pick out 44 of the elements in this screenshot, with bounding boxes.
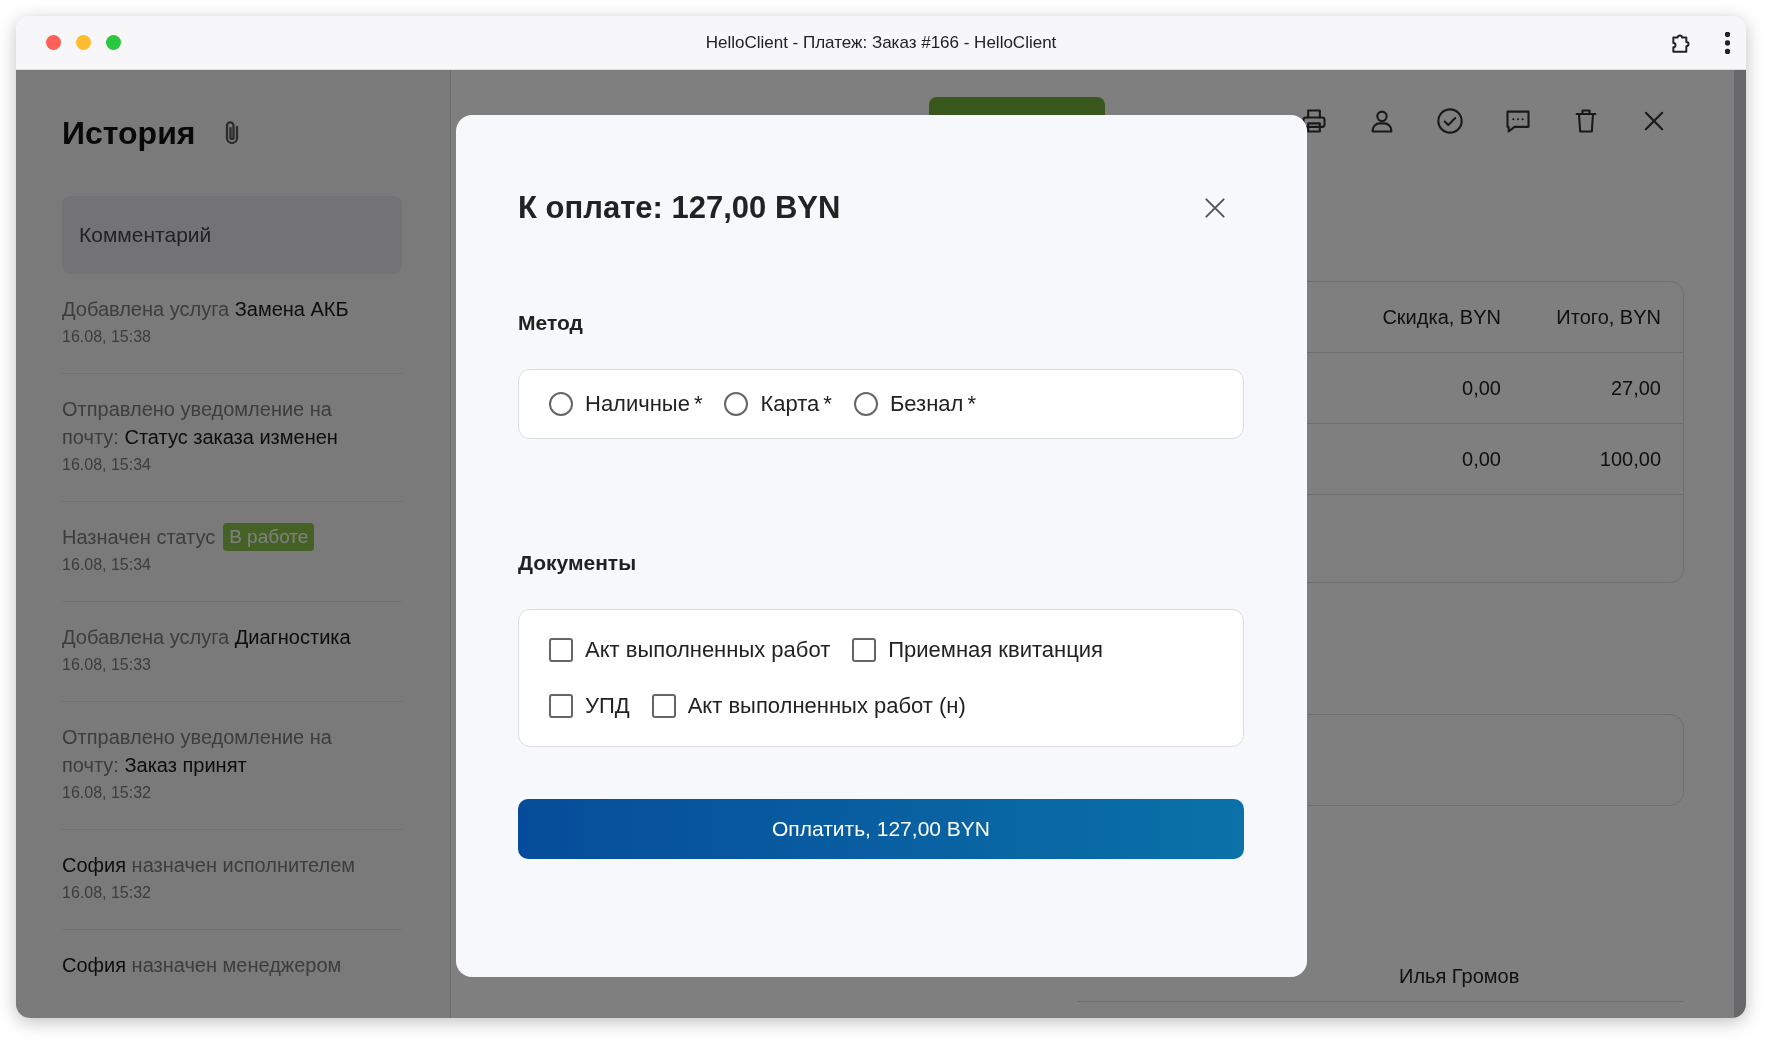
- radio-option[interactable]: Безнал *: [853, 384, 976, 424]
- timestamp: 16.08, 15:32: [62, 783, 152, 803]
- table-cell-text: 0,00: [1461, 447, 1501, 471]
- complete-button[interactable]: [1436, 107, 1464, 135]
- status-badge: В работе: [223, 523, 315, 551]
- pay-button[interactable]: Оплатить, 127,00 BYN: [518, 799, 1244, 859]
- history-text: София назначен исполнителем: [62, 853, 357, 878]
- checkbox-option[interactable]: УПД: [549, 686, 630, 726]
- close-icon: [1202, 195, 1228, 221]
- window-title: HelloClient - Платеж: Заказ #166 - HelloClient: [705, 32, 1057, 52]
- menu-button[interactable]: [1725, 31, 1730, 54]
- kebab-icon: [1725, 31, 1730, 54]
- table-cell-text: 0,00: [1461, 376, 1501, 400]
- timestamp: 16.08, 15:33: [62, 655, 152, 675]
- timestamp: 16.08, 15:34: [62, 455, 152, 475]
- close-window-button[interactable]: [46, 35, 61, 50]
- timestamp: 16.08, 15:32: [62, 883, 152, 903]
- checkbox-option[interactable]: Акт выполненных работ: [549, 630, 831, 670]
- history-text: Добавлена услуга Замена АКБ: [62, 297, 350, 322]
- history-text: Отправлено уведомление на почту: Статус заказа изменен: [62, 397, 339, 450]
- history-text: Добавлена услуга Диагностика: [62, 625, 352, 650]
- client-name: Илья Громов: [1399, 964, 1520, 988]
- close-button[interactable]: [1202, 195, 1228, 221]
- panel-title: История: [62, 114, 196, 152]
- section-label: Документы: [518, 550, 638, 576]
- radio-option[interactable]: Карта *: [724, 384, 832, 424]
- timestamp: 16.08, 15:38: [62, 327, 152, 347]
- table-cell-text: 27,00: [1609, 376, 1661, 400]
- check-circle-icon: [1436, 107, 1464, 135]
- printer-icon: [1300, 107, 1328, 135]
- comment-field[interactable]: Комментарий: [62, 196, 402, 274]
- history-text: София назначен менеджером: [62, 953, 343, 978]
- history-text: Отправлено уведомление на почту: Заказ принят: [62, 725, 333, 778]
- checkbox-option[interactable]: Акт выполненных работ (н): [651, 686, 966, 726]
- column-header: Итого, BYN: [1555, 305, 1661, 329]
- timestamp: 16.08, 15:34: [62, 555, 152, 575]
- history-text: Назначен статус: [62, 525, 216, 550]
- checkbox-option[interactable]: Приемная квитанция: [852, 630, 1103, 670]
- table-cell-text: 100,00: [1598, 447, 1661, 471]
- dialog-title: К оплате: 127,00 BYN: [518, 190, 841, 226]
- section-label: Метод: [518, 310, 584, 336]
- column-header: Скидка, BYN: [1381, 305, 1501, 329]
- radio-option[interactable]: Наличные *: [549, 384, 703, 424]
- scrollbar[interactable]: [1734, 70, 1746, 1018]
